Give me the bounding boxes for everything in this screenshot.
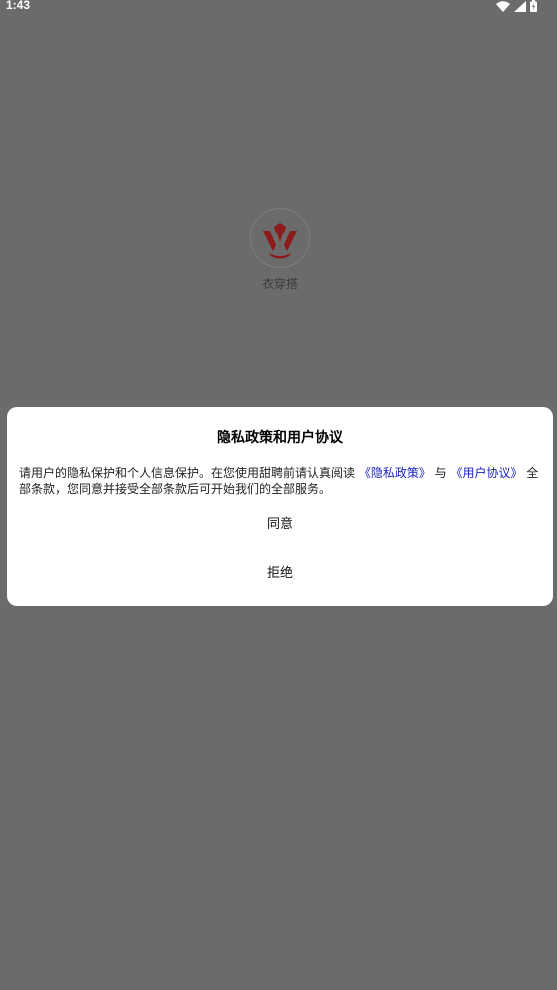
app-logo [250,208,310,268]
signal-icon [514,0,526,12]
wifi-icon [496,0,510,12]
logo-circle [250,208,310,268]
agree-button[interactable]: 同意 [7,507,553,543]
message-conjunction: 与 [434,466,447,480]
dialog-title: 隐私政策和用户协议 [217,430,343,446]
user-agreement-link[interactable]: 《用户协议》 [451,466,523,480]
screen: 1:43 衣穿搭 隐私政策和用户协议 请用户的隐私保护和个人信息保护。在您使用甜… [0,0,557,990]
dialog-message: 请用户的隐私保护和个人信息保护。在您使用甜聘前请认真阅读 《隐私政策》 与 《用… [19,465,541,497]
status-time: 1:43 [6,0,31,12]
status-bar: 1:43 [0,0,557,14]
app-name: 衣穿搭 [261,277,298,291]
battery-icon [530,0,537,12]
logo-mark-icon [263,223,297,259]
message-prefix: 请用户的隐私保护和个人信息保护。在您使用甜聘前请认真阅读 [19,466,359,480]
privacy-policy-link[interactable]: 《隐私政策》 [359,466,431,480]
refuse-button[interactable]: 拒绝 [7,556,553,592]
status-icons [496,0,537,12]
privacy-dialog: 隐私政策和用户协议 请用户的隐私保护和个人信息保护。在您使用甜聘前请认真阅读 《… [7,407,553,606]
